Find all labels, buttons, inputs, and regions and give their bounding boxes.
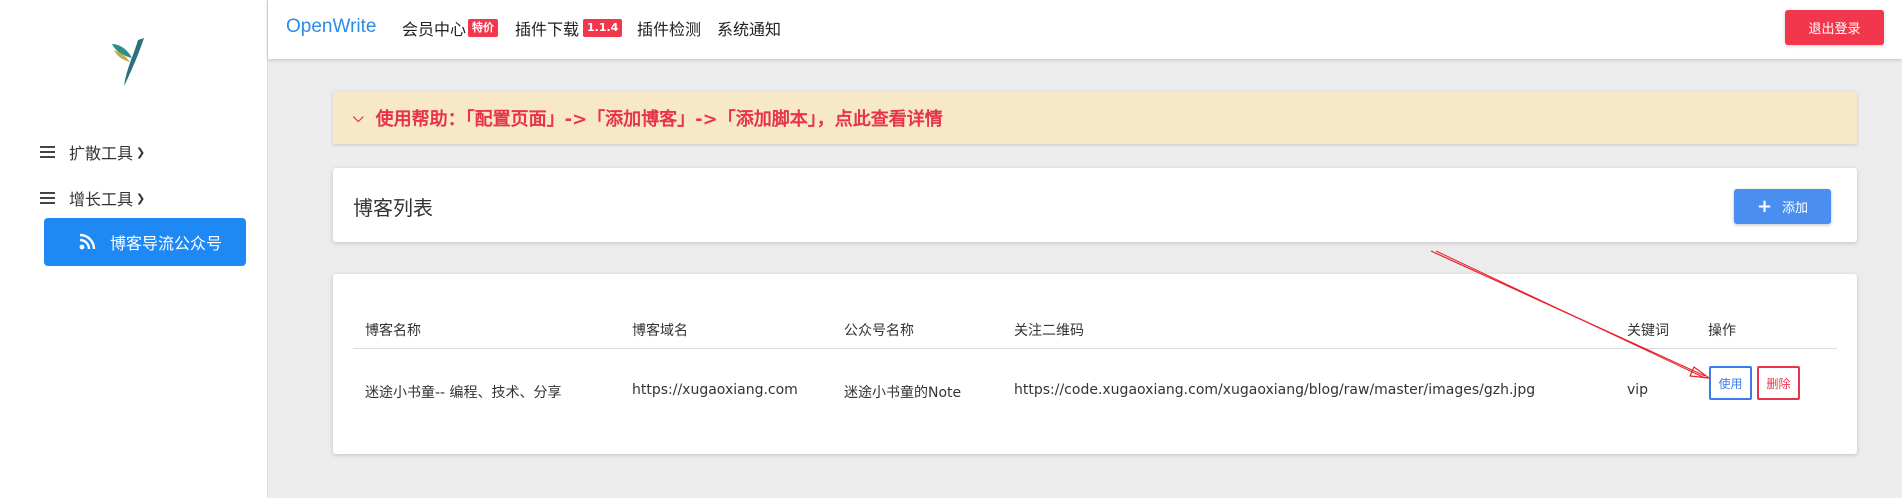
sale-badge: 特价 <box>468 19 499 37</box>
card-title: 博客列表 <box>353 196 433 220</box>
use-button[interactable]: 使用 <box>1709 366 1752 400</box>
chevron-down-icon: ❯ <box>136 191 146 205</box>
header-blog-name: 博客名称 <box>365 323 421 339</box>
nav-plugin-download[interactable]: 插件下载 1.1.4 <box>515 16 623 40</box>
sidebar-menu-growth[interactable]: 增长工具 ❯ <box>40 186 145 210</box>
logo <box>112 38 144 86</box>
nav-label: 会员中心 <box>402 20 467 39</box>
cell-keyword: vip <box>1627 382 1649 398</box>
blog-list-card: 博客列表 + 添加 <box>333 168 1857 242</box>
brand-link[interactable]: OpenWrite <box>286 16 376 38</box>
plus-icon: + <box>1756 196 1773 217</box>
sidebar: 扩散工具 ❯ 增长工具 ❯ 博客导流公众号 <box>0 0 268 498</box>
nav-system-notice[interactable]: 系统通知 <box>717 16 781 40</box>
version-badge: 1.1.4 <box>583 19 623 37</box>
rss-icon <box>79 233 96 250</box>
nav-label: 系统通知 <box>717 20 782 39</box>
header-blog-domain: 博客域名 <box>632 323 688 339</box>
help-banner[interactable]: ⌵ 使用帮助：「配置页面」->「添加博客」->「添加脚本」，点此查看详情 <box>333 91 1857 144</box>
menu-icon <box>40 146 55 158</box>
blog-table-card: 博客名称 博客域名 公众号名称 关注二维码 关键词 操作 迷途小书童-- 编程、… <box>333 274 1857 454</box>
cell-blog-domain: https://xugaoxiang.com <box>632 382 798 398</box>
table-divider <box>353 348 1837 349</box>
cell-qrcode: https://code.xugaoxiang.com/xugaoxiang/b… <box>1014 382 1536 398</box>
delete-button[interactable]: 删除 <box>1757 366 1800 400</box>
top-header: OpenWrite 会员中心 特价 插件下载 1.1.4 插件检测 系统通知 退… <box>268 0 1902 59</box>
cell-blog-name: 迷途小书童-- 编程、技术、分享 <box>365 385 562 401</box>
nav-plugin-check[interactable]: 插件检测 <box>637 16 701 40</box>
add-label: 添加 <box>1782 201 1809 216</box>
sidebar-item-label: 博客导流公众号 <box>110 234 223 253</box>
sidebar-menu-spread[interactable]: 扩散工具 ❯ <box>40 140 145 164</box>
sidebar-menu-label: 扩散工具 <box>69 144 134 163</box>
sidebar-item-blog-to-wechat[interactable]: 博客导流公众号 <box>44 218 246 266</box>
header-keyword: 关键词 <box>1627 323 1669 339</box>
header-qrcode: 关注二维码 <box>1014 323 1084 339</box>
nav-member-center[interactable]: 会员中心 特价 <box>402 16 499 40</box>
nav-label: 插件检测 <box>637 20 702 39</box>
help-text: 使用帮助：「配置页面」->「添加博客」->「添加脚本」，点此查看详情 <box>375 108 943 130</box>
header-account-name: 公众号名称 <box>844 323 914 339</box>
chevron-down-icon: ❯ <box>136 145 146 159</box>
cell-account-name: 迷途小书童的Note <box>844 385 962 401</box>
nav-label: 插件下载 <box>515 20 580 39</box>
sidebar-menu-label: 增长工具 <box>69 190 134 209</box>
chevron-down-icon: ⌵ <box>353 109 364 126</box>
header-actions: 操作 <box>1708 323 1736 339</box>
menu-icon <box>40 192 55 204</box>
add-button[interactable]: + 添加 <box>1734 189 1831 224</box>
logout-button[interactable]: 退出登录 <box>1785 10 1884 45</box>
